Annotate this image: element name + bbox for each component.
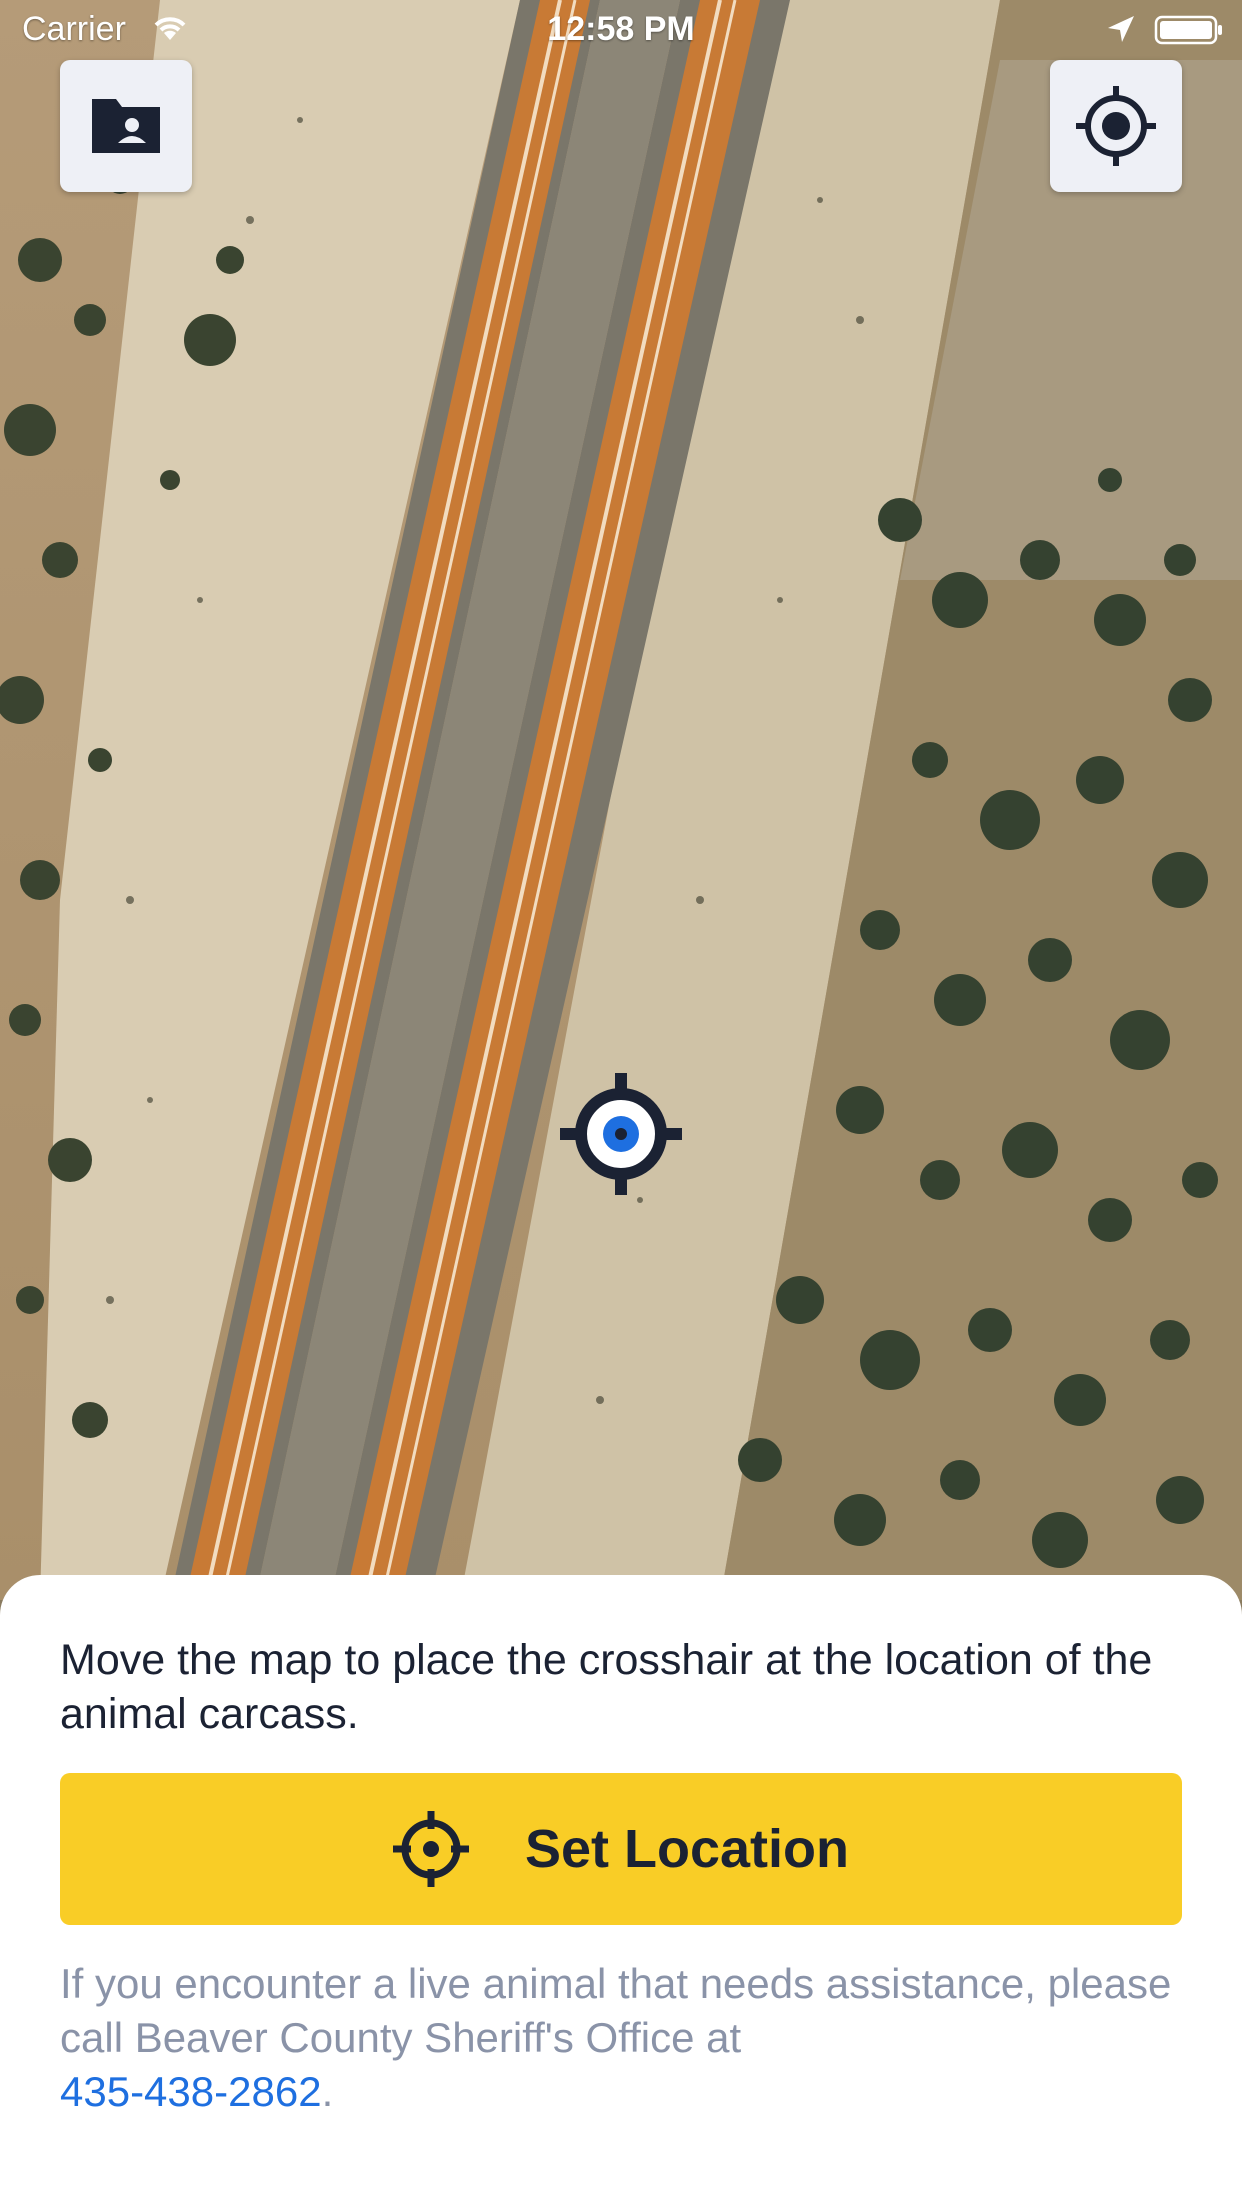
instructions-text: Move the map to place the crosshair at t… — [60, 1636, 1153, 1738]
help-text: If you encounter a live animal that need… — [60, 1957, 1190, 2119]
locate-me-button[interactable] — [1050, 60, 1182, 192]
gps-locate-icon — [1076, 86, 1156, 166]
crosshair-target-icon — [560, 1073, 682, 1195]
help-text-period: . — [321, 2068, 334, 2115]
contact-folder-icon — [92, 99, 160, 153]
satellite-map[interactable] — [0, 0, 1242, 1600]
map-imagery — [0, 0, 1242, 1600]
contacts-button[interactable] — [60, 60, 192, 192]
status-time: 12:58 PM — [547, 10, 695, 48]
set-location-label: Set Location — [524, 1819, 850, 1879]
bottom-sheet: Move the map to place the crosshair at t… — [0, 1575, 1242, 2208]
set-location-button[interactable]: Set Location — [60, 1773, 1182, 1925]
crosshair-icon — [392, 1811, 469, 1887]
location-arrow-icon — [1108, 16, 1134, 42]
battery-icon — [1154, 15, 1222, 45]
help-text-body: If you encounter a live animal that need… — [60, 1960, 1172, 2061]
status-bar: Carrier 12:58 PM — [0, 0, 1242, 60]
phone-link[interactable]: 435-438-2862 — [60, 2068, 322, 2115]
